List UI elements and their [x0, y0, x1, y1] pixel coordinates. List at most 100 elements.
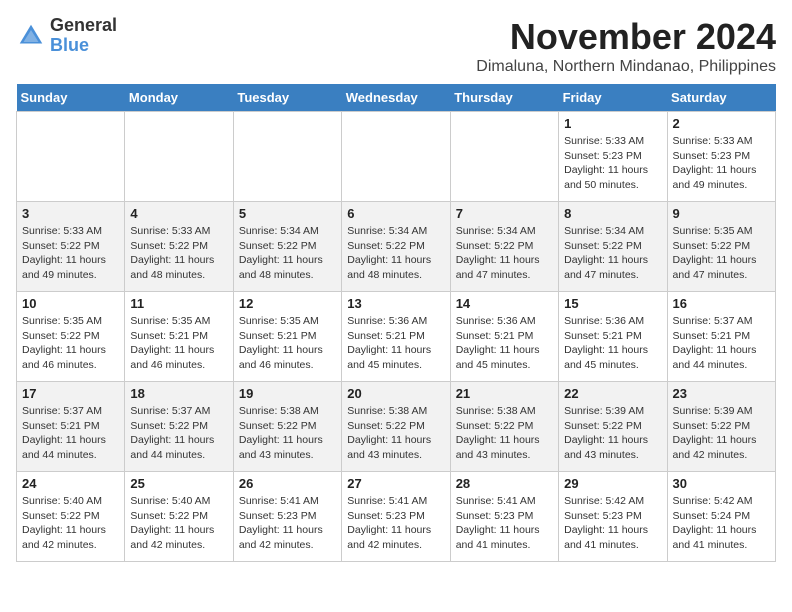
- day-number: 29: [564, 476, 661, 491]
- location-title: Dimaluna, Northern Mindanao, Philippines: [476, 58, 776, 76]
- day-number: 11: [130, 296, 227, 311]
- day-info: Sunrise: 5:38 AM Sunset: 5:22 PM Dayligh…: [456, 404, 553, 463]
- calendar-cell: [342, 112, 450, 202]
- day-info: Sunrise: 5:36 AM Sunset: 5:21 PM Dayligh…: [564, 314, 661, 373]
- calendar-week-5: 24 Sunrise: 5:40 AM Sunset: 5:22 PM Dayli…: [17, 472, 776, 562]
- calendar-body: 1 Sunrise: 5:33 AM Sunset: 5:23 PM Daylig…: [17, 112, 776, 562]
- calendar-cell: 3Sunrise: 5:33 AM Sunset: 5:22 PM Daylig…: [17, 202, 125, 292]
- day-info: Sunrise: 5:37 AM Sunset: 5:21 PM Dayligh…: [673, 314, 770, 373]
- logo-blue-text: Blue: [50, 36, 117, 56]
- calendar-cell: 9 Sunrise: 5:35 AM Sunset: 5:22 PM Daylig…: [667, 202, 775, 292]
- day-info: Sunrise: 5:36 AM Sunset: 5:21 PM Dayligh…: [347, 314, 444, 373]
- calendar-cell: 29Sunrise: 5:42 AM Sunset: 5:23 PM Dayli…: [559, 472, 667, 562]
- day-number: 1: [564, 116, 661, 131]
- day-info: Sunrise: 5:35 AM Sunset: 5:22 PM Dayligh…: [22, 314, 119, 373]
- calendar-cell: 8 Sunrise: 5:34 AM Sunset: 5:22 PM Daylig…: [559, 202, 667, 292]
- day-number: 14: [456, 296, 553, 311]
- header: General Blue November 2024 Dimaluna, Nor…: [16, 16, 776, 76]
- day-info: Sunrise: 5:38 AM Sunset: 5:22 PM Dayligh…: [239, 404, 336, 463]
- day-number: 15: [564, 296, 661, 311]
- month-title: November 2024: [476, 16, 776, 58]
- day-number: 22: [564, 386, 661, 401]
- day-number: 26: [239, 476, 336, 491]
- calendar-cell: 15 Sunrise: 5:36 AM Sunset: 5:21 PM Dayli…: [559, 292, 667, 382]
- calendar-header: Sunday Monday Tuesday Wednesday Thursday…: [17, 84, 776, 112]
- day-number: 9: [673, 206, 770, 221]
- title-area: November 2024 Dimaluna, Northern Mindana…: [476, 16, 776, 76]
- calendar-cell: 5 Sunrise: 5:34 AM Sunset: 5:22 PM Daylig…: [233, 202, 341, 292]
- calendar-cell: 12 Sunrise: 5:35 AM Sunset: 5:21 PM Dayli…: [233, 292, 341, 382]
- day-number: 25: [130, 476, 227, 491]
- day-number: 7: [456, 206, 553, 221]
- calendar-cell: 28Sunrise: 5:41 AM Sunset: 5:23 PM Dayli…: [450, 472, 558, 562]
- calendar-week-4: 17Sunrise: 5:37 AM Sunset: 5:21 PM Dayli…: [17, 382, 776, 472]
- day-number: 5: [239, 206, 336, 221]
- header-sunday: Sunday: [17, 84, 125, 112]
- calendar-cell: 10 Sunrise: 5:35 AM Sunset: 5:22 PM Dayli…: [17, 292, 125, 382]
- calendar-cell: 25Sunrise: 5:40 AM Sunset: 5:22 PM Dayli…: [125, 472, 233, 562]
- day-number: 20: [347, 386, 444, 401]
- calendar-cell: 24 Sunrise: 5:40 AM Sunset: 5:22 PM Dayli…: [17, 472, 125, 562]
- calendar-cell: [125, 112, 233, 202]
- day-info: Sunrise: 5:36 AM Sunset: 5:21 PM Dayligh…: [456, 314, 553, 373]
- day-number: 13: [347, 296, 444, 311]
- calendar-cell: 17Sunrise: 5:37 AM Sunset: 5:21 PM Dayli…: [17, 382, 125, 472]
- calendar-cell: 18 Sunrise: 5:37 AM Sunset: 5:22 PM Dayli…: [125, 382, 233, 472]
- day-number: 10: [22, 296, 119, 311]
- header-saturday: Saturday: [667, 84, 775, 112]
- header-wednesday: Wednesday: [342, 84, 450, 112]
- day-info: Sunrise: 5:42 AM Sunset: 5:24 PM Dayligh…: [673, 494, 770, 553]
- calendar-cell: 1 Sunrise: 5:33 AM Sunset: 5:23 PM Daylig…: [559, 112, 667, 202]
- day-info: Sunrise: 5:41 AM Sunset: 5:23 PM Dayligh…: [456, 494, 553, 553]
- day-number: 2: [673, 116, 770, 131]
- header-friday: Friday: [559, 84, 667, 112]
- day-number: 30: [673, 476, 770, 491]
- calendar-cell: 19 Sunrise: 5:38 AM Sunset: 5:22 PM Dayli…: [233, 382, 341, 472]
- day-info: Sunrise: 5:37 AM Sunset: 5:22 PM Dayligh…: [130, 404, 227, 463]
- day-info: Sunrise: 5:40 AM Sunset: 5:22 PM Dayligh…: [22, 494, 119, 553]
- calendar-cell: [450, 112, 558, 202]
- day-info: Sunrise: 5:34 AM Sunset: 5:22 PM Dayligh…: [239, 224, 336, 283]
- day-info: Sunrise: 5:33 AM Sunset: 5:22 PM Dayligh…: [22, 224, 119, 283]
- calendar-cell: 7 Sunrise: 5:34 AM Sunset: 5:22 PM Daylig…: [450, 202, 558, 292]
- logo: General Blue: [16, 16, 117, 56]
- day-number: 12: [239, 296, 336, 311]
- day-number: 18: [130, 386, 227, 401]
- day-info: Sunrise: 5:35 AM Sunset: 5:21 PM Dayligh…: [130, 314, 227, 373]
- calendar-week-3: 10 Sunrise: 5:35 AM Sunset: 5:22 PM Dayli…: [17, 292, 776, 382]
- calendar-cell: 21Sunrise: 5:38 AM Sunset: 5:22 PM Dayli…: [450, 382, 558, 472]
- calendar-cell: 30 Sunrise: 5:42 AM Sunset: 5:24 PM Dayli…: [667, 472, 775, 562]
- day-number: 4: [130, 206, 227, 221]
- day-info: Sunrise: 5:39 AM Sunset: 5:22 PM Dayligh…: [564, 404, 661, 463]
- calendar-cell: 20 Sunrise: 5:38 AM Sunset: 5:22 PM Dayli…: [342, 382, 450, 472]
- header-monday: Monday: [125, 84, 233, 112]
- day-info: Sunrise: 5:35 AM Sunset: 5:22 PM Dayligh…: [673, 224, 770, 283]
- day-info: Sunrise: 5:33 AM Sunset: 5:23 PM Dayligh…: [564, 134, 661, 193]
- logo-text: General Blue: [50, 16, 117, 56]
- calendar-cell: 4 Sunrise: 5:33 AM Sunset: 5:22 PM Daylig…: [125, 202, 233, 292]
- day-info: Sunrise: 5:34 AM Sunset: 5:22 PM Dayligh…: [456, 224, 553, 283]
- calendar-table: Sunday Monday Tuesday Wednesday Thursday…: [16, 84, 776, 562]
- calendar-cell: 2 Sunrise: 5:33 AM Sunset: 5:23 PM Daylig…: [667, 112, 775, 202]
- day-info: Sunrise: 5:41 AM Sunset: 5:23 PM Dayligh…: [347, 494, 444, 553]
- day-info: Sunrise: 5:39 AM Sunset: 5:22 PM Dayligh…: [673, 404, 770, 463]
- calendar-cell: 27Sunrise: 5:41 AM Sunset: 5:23 PM Dayli…: [342, 472, 450, 562]
- day-number: 23: [673, 386, 770, 401]
- day-info: Sunrise: 5:34 AM Sunset: 5:22 PM Dayligh…: [564, 224, 661, 283]
- day-info: Sunrise: 5:37 AM Sunset: 5:21 PM Dayligh…: [22, 404, 119, 463]
- day-info: Sunrise: 5:38 AM Sunset: 5:22 PM Dayligh…: [347, 404, 444, 463]
- logo-icon: [16, 21, 46, 51]
- calendar-cell: [233, 112, 341, 202]
- day-info: Sunrise: 5:33 AM Sunset: 5:23 PM Dayligh…: [673, 134, 770, 193]
- calendar-cell: 26Sunrise: 5:41 AM Sunset: 5:23 PM Dayli…: [233, 472, 341, 562]
- logo-general-text: General: [50, 16, 117, 36]
- day-number: 8: [564, 206, 661, 221]
- day-info: Sunrise: 5:34 AM Sunset: 5:22 PM Dayligh…: [347, 224, 444, 283]
- calendar-cell: 13 Sunrise: 5:36 AM Sunset: 5:21 PM Dayli…: [342, 292, 450, 382]
- day-number: 19: [239, 386, 336, 401]
- calendar-cell: 23 Sunrise: 5:39 AM Sunset: 5:22 PM Dayli…: [667, 382, 775, 472]
- day-number: 24: [22, 476, 119, 491]
- day-info: Sunrise: 5:35 AM Sunset: 5:21 PM Dayligh…: [239, 314, 336, 373]
- day-number: 16: [673, 296, 770, 311]
- day-info: Sunrise: 5:33 AM Sunset: 5:22 PM Dayligh…: [130, 224, 227, 283]
